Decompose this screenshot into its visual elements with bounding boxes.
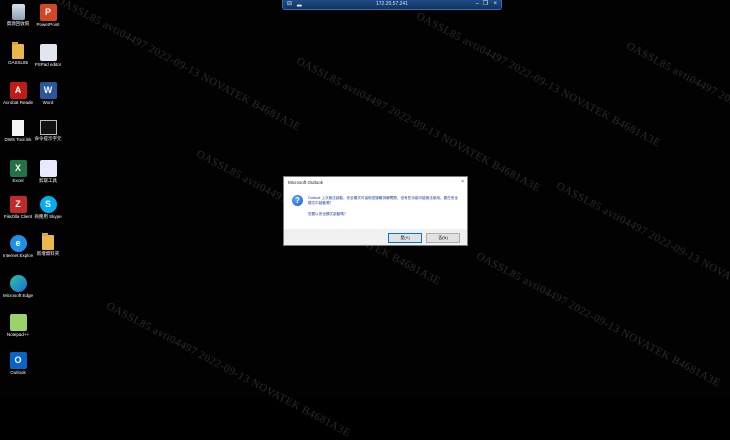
- desktop-icon-notepad-plus-plus[interactable]: Notepad++: [3, 314, 33, 337]
- watermark-line: OASSL85 avti04497 2022-09-13 NOVATEK B46…: [474, 250, 723, 390]
- edge-icon: [9, 275, 27, 292]
- desktop-icon-label: 剪取工具: [39, 178, 57, 183]
- command-prompt-icon: [39, 120, 57, 135]
- desktop-icon-label: 命令提示字元: [34, 136, 62, 141]
- desktop-icon-pspad[interactable]: PSPad editor: [33, 44, 63, 67]
- desktop-icon-word[interactable]: W Word: [33, 82, 63, 105]
- desktop-icon-new-folder[interactable]: 新增資料夾: [33, 233, 63, 256]
- watermark-line: OASSL85 avti04497 2022-09-13 NOVATEK B46…: [554, 180, 730, 320]
- dialog-footer: 是(Y) 否(N): [284, 229, 467, 245]
- recycle-bin-icon: [11, 4, 25, 20]
- dialog-close-button[interactable]: ×: [461, 179, 464, 185]
- desktop-icon-label: DWS Tool.lnk: [4, 137, 32, 142]
- desktop-icon-acrobat[interactable]: A Acrobat Reader DC: [3, 82, 33, 105]
- desktop-icon-snipping-tool[interactable]: 剪取工具: [33, 160, 63, 183]
- desktop-icon-label: Internet Explorer: [3, 253, 33, 258]
- close-button[interactable]: ×: [493, 1, 497, 8]
- excel-icon: X: [9, 160, 27, 177]
- document-icon: [12, 120, 24, 136]
- desktop-icon-label: Microsoft Edge: [3, 293, 33, 298]
- desktop-icon-recycle-bin[interactable]: 資源回收筒: [3, 4, 33, 26]
- watermark-line: OASSL85 avti04497 2022-09-13 NOVATEK B46…: [104, 300, 353, 440]
- desktop-icon-edge[interactable]: Microsoft Edge: [3, 275, 33, 298]
- desktop-icon-command-prompt[interactable]: 命令提示字元: [33, 120, 63, 141]
- watermark-line: OASSL85 avti04497 2022-09-13 NOVATEK B46…: [294, 55, 543, 195]
- outlook-icon: O: [9, 352, 27, 369]
- word-icon: W: [39, 82, 57, 99]
- desktop-icon-excel[interactable]: X Excel: [3, 160, 33, 183]
- folder-icon: [42, 233, 54, 250]
- desktop-icon-label: Notepad++: [6, 332, 30, 337]
- desktop-icon-powerpoint[interactable]: P PowerPoint: [33, 4, 63, 27]
- powerpoint-icon: P: [39, 4, 57, 21]
- desktop-icon-dws-tool[interactable]: DWS Tool.lnk: [3, 120, 33, 142]
- desktop-icon-oassl85[interactable]: OASSL85: [3, 42, 33, 65]
- dialog-body: ? Outlook 上次無法啟動。安全模式可協助您疑難排解問題，但有些功能可能無…: [284, 190, 467, 222]
- notepad-plus-plus-icon: [9, 314, 27, 331]
- remote-connection-bar[interactable]: ⊟ ▂ 172.20.57.241 – ❐ ×: [282, 0, 502, 10]
- desktop-icon-label: Outlook: [10, 370, 26, 375]
- watermark-line: OASSL85 avti04497 2022-09-13 NOVATEK B46…: [414, 10, 663, 150]
- desktop-icon-label: PSPad editor: [34, 62, 62, 67]
- dialog-message: Outlook 上次無法啟動。安全模式可協助您疑難排解問題，但有些功能可能無法使…: [308, 196, 458, 205]
- desktop: OASSL85 avti04497 2022-09-13 NOVATEK B46…: [0, 0, 730, 440]
- dialog-question: 您要以安全模式啟動嗎？: [308, 212, 348, 216]
- desktop-icon-internet-explorer[interactable]: e Internet Explorer: [3, 235, 33, 258]
- outlook-safe-mode-dialog[interactable]: Microsoft Outlook × ? Outlook 上次無法啟動。安全模…: [283, 176, 468, 246]
- desktop-icon-label: Acrobat Reader DC: [3, 100, 33, 105]
- pspad-icon: [39, 44, 57, 61]
- desktop-icon-label: 新增資料夾: [36, 251, 60, 256]
- internet-explorer-icon: e: [9, 235, 27, 252]
- desktop-icon-label: 商務用 Skype: [34, 214, 62, 219]
- watermark-line: OASSL85 avti04497 2022-09-13 NOVATEK B46…: [624, 40, 730, 180]
- minimize-button[interactable]: –: [476, 1, 479, 8]
- desktop-icon-label: OASSL85: [7, 60, 28, 65]
- acrobat-icon: A: [9, 82, 27, 99]
- desktop-icon-outlook[interactable]: O Outlook: [3, 352, 33, 375]
- dialog-title: Microsoft Outlook: [288, 180, 324, 185]
- desktop-icon-skype[interactable]: S 商務用 Skype: [33, 196, 63, 219]
- remote-host-title: 172.20.57.241: [376, 1, 408, 7]
- snipping-tool-icon: [39, 160, 57, 177]
- question-icon: ?: [292, 195, 303, 206]
- desktop-icon-label: 資源回收筒: [6, 21, 30, 26]
- desktop-icon-filezilla[interactable]: Z FileZilla Client: [3, 196, 33, 219]
- folder-icon: [12, 42, 24, 59]
- desktop-icon-label: PowerPoint: [36, 22, 60, 27]
- no-button[interactable]: 否(N): [426, 233, 460, 243]
- restore-button[interactable]: ❐: [483, 1, 488, 8]
- desktop-icon-label: Excel: [12, 178, 24, 183]
- skype-icon: S: [39, 196, 57, 213]
- filezilla-icon: Z: [9, 196, 27, 213]
- desktop-icon-label: FileZilla Client: [3, 214, 33, 219]
- yes-button[interactable]: 是(Y): [388, 233, 422, 243]
- desktop-icon-label: Word: [42, 100, 54, 105]
- watermark-line: OASSL85 avti04497 2022-09-13 NOVATEK B46…: [54, 0, 303, 134]
